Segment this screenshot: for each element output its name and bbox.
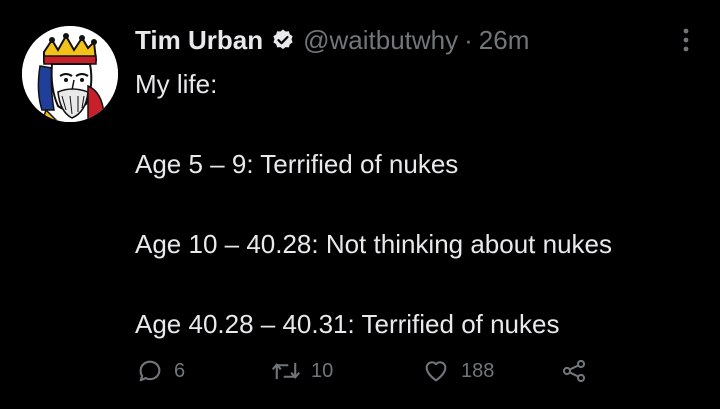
tweet-line: Age 5 – 9: Terrified of nukes [135, 149, 459, 179]
like-count: 188 [461, 359, 495, 382]
tweet-text: My life: Age 5 – 9: Terrified of nukes A… [135, 64, 715, 344]
verified-badge-icon [271, 28, 295, 52]
tweet-timestamp[interactable]: 26m [479, 25, 530, 56]
tweet-line: Age 10 – 40.28: Not thinking about nukes [135, 229, 613, 259]
reply-count: 6 [174, 359, 186, 382]
tweet-line-blank [135, 104, 715, 144]
tweet-header: Tim Urban @waitbutwhy · 26m [135, 22, 529, 58]
tweet-line-blank [135, 264, 715, 304]
avatar[interactable] [22, 26, 118, 122]
tweet-line: Age 40.28 – 40.31: Terrified of nukes [135, 309, 560, 339]
more-options-button[interactable] [674, 24, 698, 56]
share-button[interactable] [559, 357, 589, 385]
separator-dot: · [464, 24, 473, 55]
like-button[interactable]: 188 [421, 357, 559, 385]
retweet-icon [271, 362, 301, 380]
tweet-line: My life: [135, 69, 218, 99]
reply-icon [139, 360, 161, 382]
more-dots-icon [683, 28, 689, 52]
share-icon [562, 359, 586, 383]
retweet-count: 10 [311, 359, 334, 382]
retweet-button[interactable]: 10 [271, 357, 421, 385]
author-name[interactable]: Tim Urban [135, 25, 263, 56]
tweet-line-blank [135, 184, 715, 224]
author-handle[interactable]: @waitbutwhy [303, 25, 458, 56]
tweet-actions: 6 10 188 [136, 354, 589, 388]
reply-button[interactable]: 6 [136, 357, 271, 385]
king-avatar-icon [22, 26, 118, 122]
heart-icon [425, 361, 447, 382]
